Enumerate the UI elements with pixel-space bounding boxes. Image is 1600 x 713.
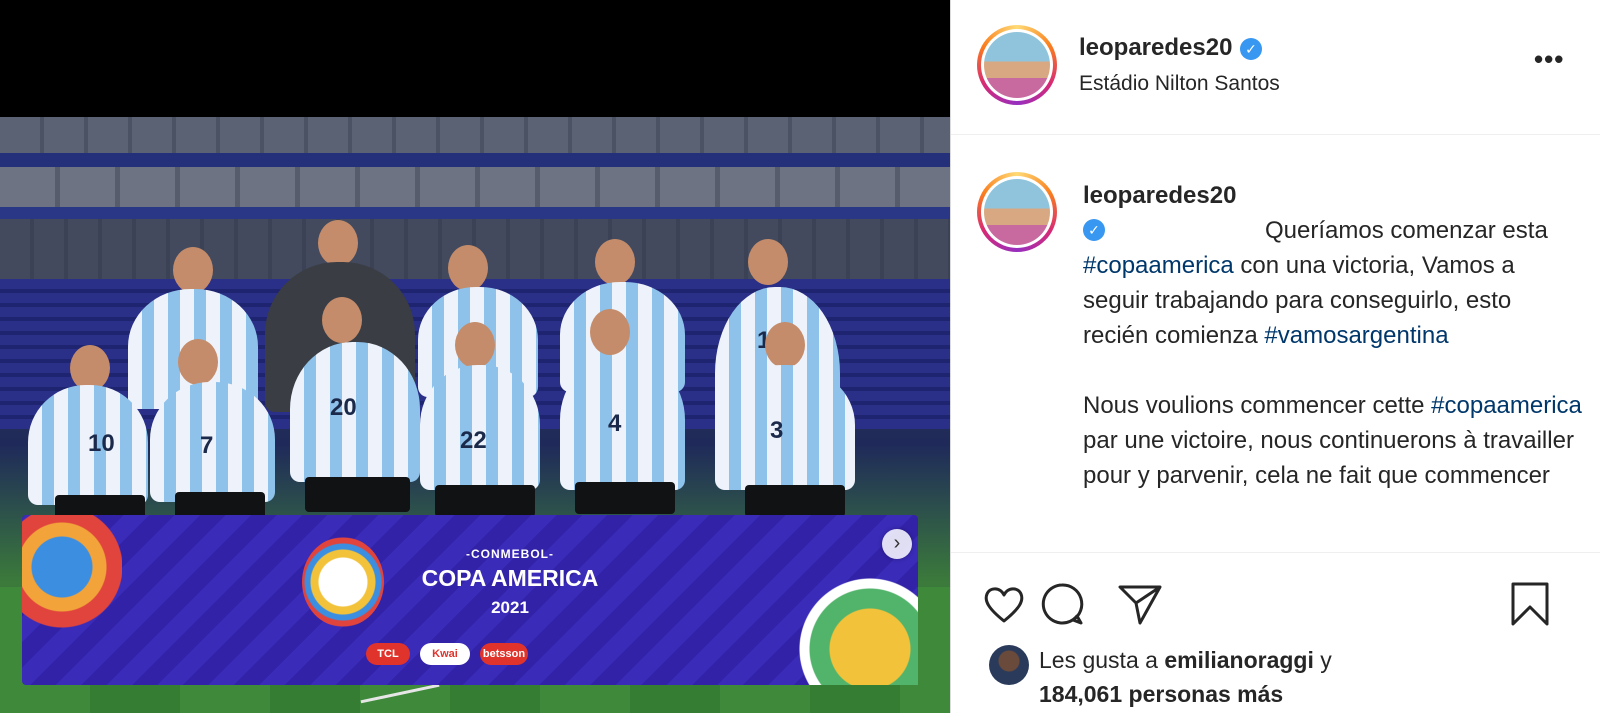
caption-text: Queríamos comenzar esta bbox=[1265, 217, 1548, 244]
post-header: leoparedes20 ✓ Estádio Nilton Santos ••• bbox=[951, 0, 1600, 135]
post-actions: Les gusta a emilianoraggi y 184,061 pers… bbox=[951, 552, 1600, 713]
liker-username[interactable]: emilianoraggi bbox=[1164, 647, 1314, 673]
post-media: 19 10 7 20 22 4 3 bbox=[0, 0, 950, 713]
jersey-number: 22 bbox=[460, 427, 487, 454]
avatar[interactable] bbox=[977, 25, 1057, 105]
like-button[interactable] bbox=[979, 579, 1029, 629]
player-head bbox=[322, 297, 362, 343]
player-head bbox=[173, 247, 213, 293]
jersey-number: 20 bbox=[330, 394, 357, 421]
stadium-ad-band bbox=[0, 207, 950, 219]
jersey-number: 7 bbox=[200, 432, 214, 459]
jersey-number: 4 bbox=[608, 410, 622, 437]
player-shorts bbox=[435, 485, 535, 517]
board-year: 2021 bbox=[491, 598, 529, 617]
caption-text: Nous voulions commencer cette bbox=[1083, 392, 1432, 419]
hashtag-link[interactable]: #copaamerica bbox=[1431, 392, 1582, 419]
chevron-right-icon: › bbox=[893, 532, 901, 554]
board-subtitle: -CONMEBOL- bbox=[466, 547, 554, 561]
comment-icon bbox=[1041, 583, 1084, 625]
share-icon bbox=[1118, 585, 1162, 625]
player-head bbox=[765, 322, 805, 368]
verified-badge-icon: ✓ bbox=[1240, 38, 1262, 60]
player-head bbox=[748, 239, 788, 285]
verified-badge-icon: ✓ bbox=[1083, 219, 1105, 241]
caption-text: par une victoire, nous continuerons à tr… bbox=[1083, 427, 1574, 489]
player-shorts bbox=[745, 485, 845, 517]
bookmark-icon bbox=[1511, 582, 1549, 626]
likes-count[interactable]: 184,061 personas más bbox=[1039, 681, 1283, 708]
caption-username[interactable]: leoparedes20 bbox=[1083, 182, 1236, 209]
trophy-logo-icon bbox=[302, 537, 384, 627]
player: 20 bbox=[290, 342, 420, 482]
player-head bbox=[318, 220, 358, 266]
location-link[interactable]: Estádio Nilton Santos bbox=[1079, 72, 1280, 96]
save-button[interactable] bbox=[1505, 579, 1555, 629]
next-image-button[interactable]: › bbox=[882, 529, 912, 559]
share-button[interactable] bbox=[1115, 579, 1165, 629]
more-options-button[interactable]: ••• bbox=[1534, 44, 1564, 75]
hashtag-link[interactable]: #copaamerica bbox=[1083, 252, 1234, 279]
stadium-stand bbox=[0, 117, 950, 153]
player: 7 bbox=[150, 382, 275, 502]
avatar-image bbox=[984, 32, 1050, 98]
board-decoration bbox=[22, 515, 122, 645]
caption-paragraph-es: leoparedes20 ✓ Queríamos comenzar esta #c… bbox=[1083, 178, 1583, 353]
avatar-image bbox=[984, 179, 1050, 245]
header-username[interactable]: leoparedes20 bbox=[1079, 34, 1232, 62]
stadium-ad-band bbox=[0, 153, 950, 167]
player-shorts bbox=[575, 482, 675, 514]
likes-line: Les gusta a emilianoraggi y bbox=[1039, 647, 1332, 674]
player: 10 bbox=[28, 385, 148, 505]
likes-prefix: Les gusta a bbox=[1039, 647, 1165, 673]
comment-button[interactable] bbox=[1037, 579, 1087, 629]
player-shorts bbox=[305, 477, 410, 512]
hashtag-link[interactable]: #vamosargentina bbox=[1264, 322, 1448, 349]
post-side-panel: leoparedes20 ✓ Estádio Nilton Santos •••… bbox=[950, 0, 1600, 713]
board-decoration bbox=[758, 565, 918, 685]
sponsor-kwai: Kwai bbox=[420, 643, 470, 665]
liker-avatar[interactable] bbox=[989, 645, 1029, 685]
copa-america-board: -CONMEBOL- COPA AMERICA 2021 TCL Kwai be… bbox=[22, 515, 918, 685]
post-photo[interactable]: 19 10 7 20 22 4 3 bbox=[0, 117, 950, 713]
sponsor-tcl: TCL bbox=[366, 643, 410, 665]
board-title: COPA AMERICA bbox=[421, 565, 599, 591]
player-head bbox=[178, 339, 218, 385]
player-head bbox=[455, 322, 495, 368]
player: 3 bbox=[715, 365, 855, 490]
jersey-number: 3 bbox=[770, 417, 784, 444]
caption-avatar[interactable] bbox=[977, 172, 1057, 252]
player-head bbox=[595, 239, 635, 285]
player: 22 bbox=[420, 365, 540, 490]
post-caption: leoparedes20 ✓ Queríamos comenzar esta #c… bbox=[1083, 178, 1583, 493]
likes-and: y bbox=[1313, 647, 1332, 673]
player-head bbox=[448, 245, 488, 291]
sponsor-betsson: betsson bbox=[480, 643, 528, 665]
stadium-stand bbox=[0, 167, 950, 207]
jersey-number: 10 bbox=[88, 430, 115, 457]
player: 4 bbox=[560, 355, 685, 490]
caption-paragraph-fr: Nous voulions commencer cette #copaameri… bbox=[1083, 388, 1583, 493]
heart-icon bbox=[984, 587, 1024, 623]
player-head bbox=[590, 309, 630, 355]
